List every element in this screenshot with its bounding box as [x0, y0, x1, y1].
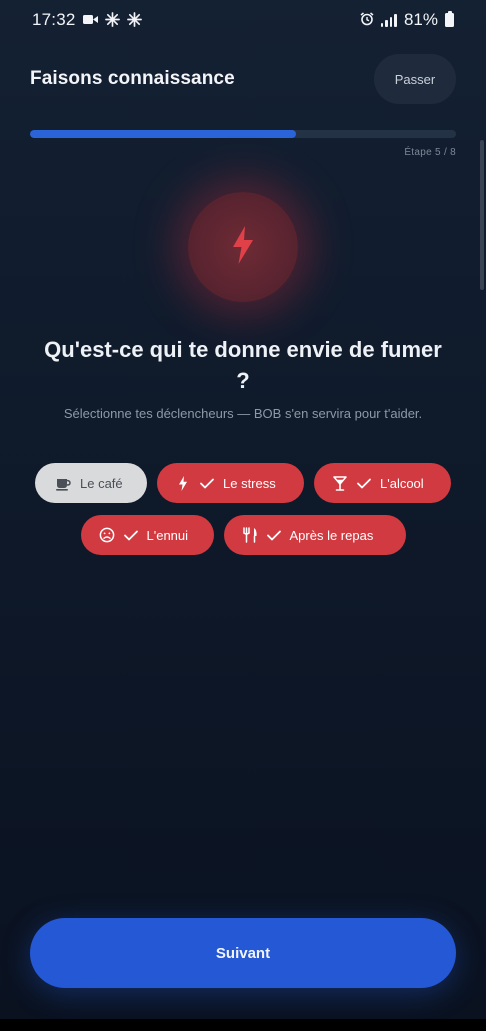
status-bar: 17:32 81% [0, 0, 486, 40]
bottom-edge [0, 1019, 486, 1031]
alarm-icon [360, 12, 374, 28]
chip-label: L'alcool [380, 475, 424, 491]
progress-fill [30, 130, 297, 138]
check-icon [357, 476, 371, 490]
cocktail-glass-icon [332, 475, 348, 491]
status-time: 17:32 [32, 10, 76, 29]
status-left: 17:32 [32, 10, 142, 30]
chip-label: Le café [80, 475, 123, 491]
battery-level: 81% [403, 10, 438, 29]
battery-icon [445, 11, 454, 27]
pinwheel-icon [104, 11, 120, 29]
pinwheel-icon [126, 11, 142, 29]
chip-coffee[interactable]: Le café [35, 463, 147, 503]
coffee-cup-icon [55, 475, 71, 491]
chip-boredom[interactable]: L'ennui [80, 515, 214, 555]
lightning-icon [175, 475, 191, 491]
chip-label: L'ennui [146, 527, 189, 543]
check-icon [123, 528, 138, 542]
video-camera-icon [82, 13, 98, 27]
next-button[interactable]: Suivant [30, 918, 456, 988]
scrollbar-thumb[interactable] [480, 140, 484, 290]
progress-step-label: Étape 5 / 8 [404, 147, 456, 158]
chip-alcohol[interactable]: L'alcool [314, 463, 451, 503]
question-subtitle: Sélectionne tes déclencheurs — BOB s'en … [63, 406, 423, 421]
fork-knife-icon [242, 527, 258, 543]
check-icon [266, 528, 281, 542]
chip-label: Après le repas [289, 527, 374, 543]
check-icon [200, 476, 214, 490]
skip-button[interactable]: Passer [374, 54, 456, 104]
onboarding-screen: 17:32 81% Faisons connaissance Passer Ét… [0, 0, 486, 1031]
chip-label: Le stress [223, 475, 276, 491]
page-title: Faisons connaissance [30, 68, 235, 89]
signal-icon [380, 13, 397, 27]
header: Faisons connaissance Passer [30, 54, 456, 104]
hero-icon-circle [188, 192, 298, 302]
chip-after-meal[interactable]: Après le repas [223, 515, 406, 555]
status-right: 81% [360, 10, 454, 30]
sad-face-icon [99, 527, 115, 543]
question-title: Qu'est-ce qui te donne envie de fumer ? [44, 337, 442, 393]
chip-stress[interactable]: Le stress [157, 463, 304, 503]
lightning-icon [230, 225, 256, 270]
trigger-chips: Le café Le stress L'alcool L'ennui Après… [20, 463, 466, 555]
progress-bar [30, 130, 456, 138]
